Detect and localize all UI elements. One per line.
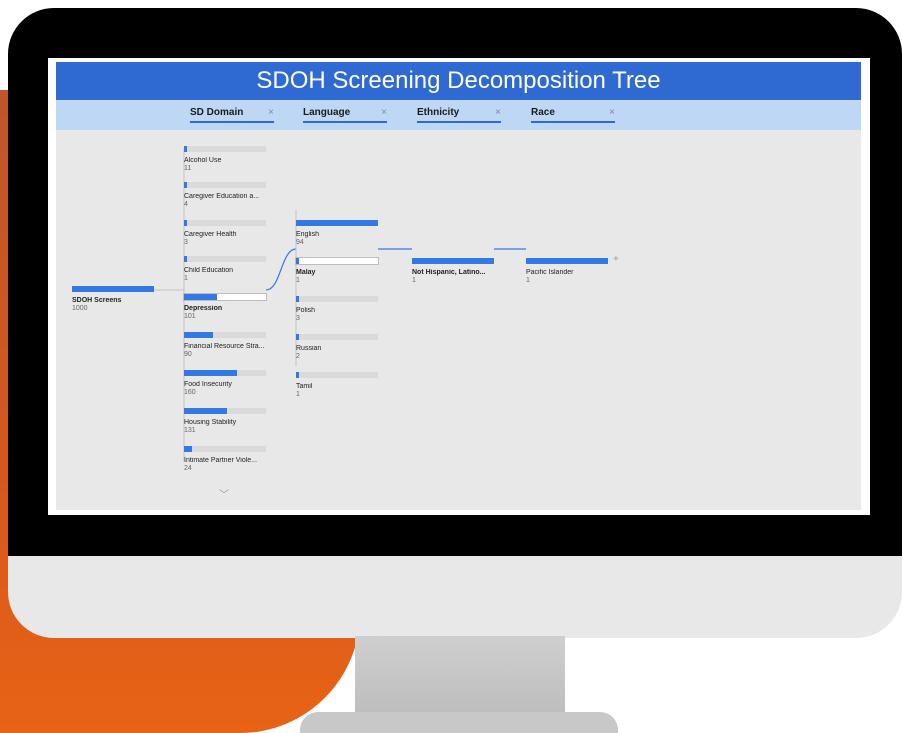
node-value: 1 — [526, 277, 530, 284]
node-value: 94 — [296, 239, 304, 246]
node-bar — [296, 334, 299, 340]
monitor-stand-neck — [355, 636, 565, 716]
node-value: 101 — [184, 313, 196, 320]
node-value: 160 — [184, 389, 196, 396]
node-bar-track — [296, 334, 378, 340]
node-value: 3 — [296, 315, 300, 322]
node-bar-track — [296, 372, 378, 378]
decomposition-tree: SDOH Screens 1000 Alcohol Use 11 Caregiv… — [56, 130, 861, 510]
node-value: 1 — [412, 277, 416, 284]
node-bar — [184, 408, 227, 414]
node-label: Caregiver Education a... — [184, 193, 260, 200]
connector-line — [154, 148, 185, 291]
node-label: Child Education — [184, 267, 234, 274]
node-label: Depression — [184, 305, 223, 312]
node-value: 4 — [184, 201, 188, 208]
node-bar-track — [184, 182, 266, 188]
node-value: 90 — [184, 351, 192, 358]
node-bar — [296, 296, 299, 302]
node-label: Pacific Islander — [526, 269, 574, 276]
level-header-language[interactable]: Language × — [303, 107, 387, 123]
remove-level-icon[interactable]: × — [268, 107, 274, 118]
node-bar — [184, 220, 187, 226]
node-bar-track — [296, 296, 378, 302]
report-title: SDOH Screening Decomposition Tree — [56, 62, 861, 100]
node-label: Malay — [296, 269, 316, 276]
node-label: Housing Stability — [184, 419, 237, 426]
node-label: Not Hispanic, Latino... — [412, 269, 486, 276]
node-bar-track — [184, 146, 266, 152]
node-bar — [184, 370, 237, 376]
node-bar-track — [184, 220, 266, 226]
level-header-label: Language — [303, 107, 351, 118]
monitor-stand-base — [300, 712, 618, 733]
level-header-race[interactable]: Race × — [531, 107, 615, 123]
node-label: Polish — [296, 307, 316, 314]
node-value: 1 — [296, 277, 300, 284]
node-bar — [296, 372, 299, 378]
node-label: Intimate Partner Viole... — [184, 457, 258, 464]
report-screen: SDOH Screening Decomposition Tree SD Dom… — [48, 58, 870, 515]
node-bar — [184, 182, 187, 188]
node-bar — [412, 258, 494, 264]
node-bar — [296, 258, 299, 264]
node-value: 1 — [296, 391, 300, 398]
node-bar — [184, 332, 213, 338]
node-bar — [526, 258, 608, 264]
monitor: SDOH Screening Decomposition Tree SD Dom… — [8, 8, 902, 638]
level-header-label: SD Domain — [190, 107, 244, 118]
expand-plus-icon[interactable]: + — [613, 254, 619, 265]
node-bar — [184, 446, 192, 452]
node-bar-track — [184, 446, 266, 452]
node-bar-track — [295, 257, 379, 265]
node-label: Tamil — [296, 383, 313, 390]
node-label: English — [296, 231, 319, 238]
node-label: SDOH Screens — [72, 297, 122, 304]
node-bar — [184, 146, 187, 152]
node-bar — [184, 256, 187, 262]
node-label: Food Insecurity — [184, 381, 232, 388]
node-label: Alcohol Use — [184, 157, 222, 164]
node-value: 3 — [184, 239, 188, 246]
node-value: 24 — [184, 465, 192, 472]
node-value: 131 — [184, 427, 196, 434]
remove-level-icon[interactable]: × — [495, 107, 501, 118]
level-header-sd-domain[interactable]: SD Domain × — [190, 107, 274, 123]
node-label: Russian — [296, 345, 322, 352]
node-bar-track — [184, 256, 266, 262]
node-value: 1000 — [72, 305, 88, 312]
node-label: Caregiver Health — [184, 231, 237, 238]
level-header-label: Ethnicity — [417, 107, 460, 118]
node-value: 2 — [296, 353, 300, 360]
level-header-label: Race — [531, 107, 555, 118]
node-value: 11 — [184, 165, 192, 172]
node-bar — [296, 220, 378, 226]
node-label: Financial Resource Stra... — [184, 343, 265, 350]
chevron-down-icon[interactable]: ﹀ — [219, 486, 229, 501]
node-bar — [72, 286, 154, 292]
remove-level-icon[interactable]: × — [381, 107, 387, 118]
level-headers: SD Domain × Language × Ethnicity × Race … — [56, 100, 861, 130]
remove-level-icon[interactable]: × — [609, 107, 615, 118]
node-value: 1 — [184, 275, 188, 282]
tree-connectors — [154, 148, 526, 462]
level-header-ethnicity[interactable]: Ethnicity × — [417, 107, 501, 123]
node-bar — [184, 294, 217, 300]
